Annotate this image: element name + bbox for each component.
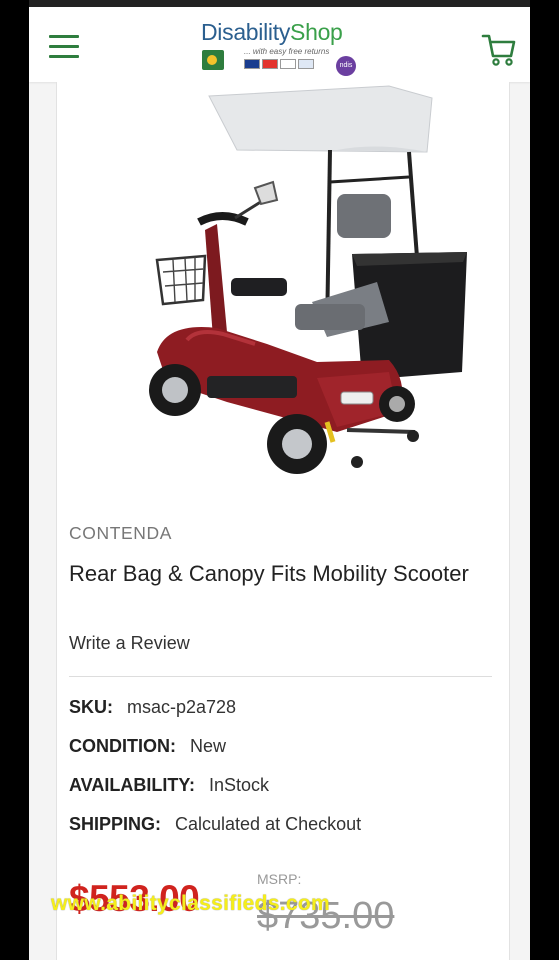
logo-flag-icon — [202, 50, 224, 70]
watermark-text: www.abilityclassifieds.com — [51, 892, 330, 915]
product-title: Rear Bag & Canopy Fits Mobility Scooter — [69, 561, 469, 586]
spec-condition: CONDITION: New — [69, 736, 226, 757]
availability-label: AVAILABILITY: — [69, 775, 195, 795]
divider — [69, 676, 492, 677]
site-header: DisabilityShop ... with easy free return… — [29, 0, 530, 82]
msrp-label: MSRP: — [257, 871, 302, 887]
spec-availability: AVAILABILITY: InStock — [69, 775, 269, 796]
product-card: CONTENDA Rear Bag & Canopy Fits Mobility… — [56, 82, 510, 960]
site-logo[interactable]: DisabilityShop ... with easy free return… — [194, 19, 364, 79]
logo-title: DisabilityShop — [201, 19, 343, 45]
product-image[interactable] — [127, 82, 467, 492]
hamburger-menu-icon[interactable] — [49, 35, 79, 61]
phone-screen: DisabilityShop ... with easy free return… — [29, 0, 530, 960]
shopping-cart-icon[interactable] — [481, 31, 517, 67]
sku-value: msac-p2a728 — [127, 697, 237, 717]
shipping-label: SHIPPING: — [69, 814, 162, 834]
logo-tagline: ... with easy free returns — [244, 47, 330, 56]
spec-shipping: SHIPPING: Calculated at Checkout — [69, 814, 361, 835]
payment-cards-icon — [244, 59, 314, 69]
condition-value: New — [190, 736, 227, 756]
sku-label: SKU: — [69, 697, 113, 717]
ndis-badge: ndis — [336, 56, 356, 76]
availability-value: InStock — [208, 775, 270, 795]
spec-sku: SKU: msac-p2a728 — [69, 697, 236, 718]
write-review-link[interactable]: Write a Review — [69, 633, 190, 654]
shipping-value: Calculated at Checkout — [175, 814, 362, 834]
condition-label: CONDITION: — [69, 736, 176, 756]
product-brand[interactable]: CONTENDA — [69, 523, 172, 544]
